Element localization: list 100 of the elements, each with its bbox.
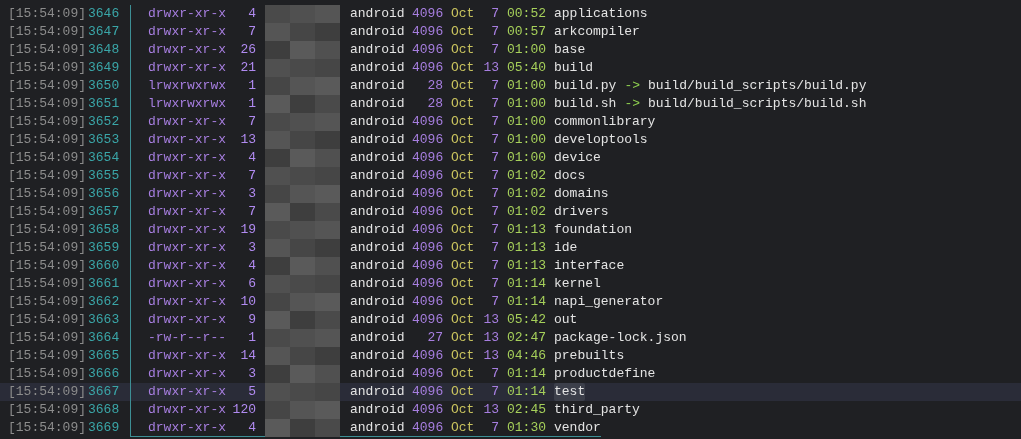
owner: android [350, 365, 406, 383]
permissions: drwxr-xr-x [148, 293, 226, 311]
owner: android [350, 59, 406, 77]
permissions: lrwxrwxrwx [148, 77, 226, 95]
link-target: build/build_scripts/build.py [648, 77, 867, 95]
file-size: 4096 [412, 311, 443, 329]
owner: android [350, 95, 406, 113]
month: Oct [451, 203, 475, 221]
link-count: 1 [247, 95, 256, 113]
file-name: device [554, 149, 601, 167]
day: 7 [483, 149, 499, 167]
owner: android [350, 275, 406, 293]
link-count: 4 [247, 5, 256, 23]
file-size: 4096 [412, 383, 443, 401]
file-name: domains [554, 185, 609, 203]
month: Oct [451, 257, 475, 275]
permissions: drwxr-xr-x [148, 113, 226, 131]
file-size: 28 [426, 95, 443, 113]
day: 13 [483, 311, 499, 329]
owner: android [350, 257, 406, 275]
day: 7 [483, 293, 499, 311]
file-name: package-lock.json [554, 329, 687, 347]
link-count: 7 [247, 113, 256, 131]
time: 01:00 [507, 149, 546, 167]
permissions: drwxr-xr-x [148, 239, 226, 257]
permissions: drwxr-xr-x [148, 59, 226, 77]
file-size: 4096 [412, 221, 443, 239]
timestamp: [15:54:09] [8, 419, 87, 437]
owner: android [350, 185, 406, 203]
timestamp: [15:54:09] [8, 113, 87, 131]
time: 02:45 [507, 401, 546, 419]
owner: android [350, 167, 406, 185]
owner: android [350, 41, 406, 59]
permissions: drwxr-xr-x [148, 221, 226, 239]
time: 05:40 [507, 59, 546, 77]
day: 7 [483, 77, 499, 95]
line-number: 3665 [88, 347, 121, 365]
month: Oct [451, 329, 475, 347]
permissions: drwxr-xr-x [148, 347, 226, 365]
link-count: 21 [239, 59, 256, 77]
time: 01:00 [507, 77, 546, 95]
link-count: 1 [247, 77, 256, 95]
month: Oct [451, 311, 475, 329]
time: 01:14 [507, 293, 546, 311]
file-name: build [554, 59, 593, 77]
timestamp: [15:54:09] [8, 275, 87, 293]
permissions: drwxr-xr-x [148, 383, 226, 401]
timestamp: [15:54:09] [8, 41, 87, 59]
day: 7 [483, 275, 499, 293]
permissions: drwxr-xr-x [148, 23, 226, 41]
month: Oct [451, 131, 475, 149]
line-number: 3647 [88, 23, 121, 41]
file-size: 4096 [412, 257, 443, 275]
time: 01:00 [507, 113, 546, 131]
day: 13 [483, 347, 499, 365]
line-number: 3667 [88, 383, 121, 401]
time: 00:57 [507, 23, 546, 41]
file-name: napi_generator [554, 293, 664, 311]
day: 7 [483, 113, 499, 131]
day: 7 [483, 365, 499, 383]
time: 04:46 [507, 347, 546, 365]
link-count: 9 [247, 311, 256, 329]
time: 01:02 [507, 185, 546, 203]
file-name: base [554, 41, 586, 59]
permissions: drwxr-xr-x [148, 131, 226, 149]
timestamp: [15:54:09] [8, 77, 87, 95]
file-name: applications [554, 5, 648, 23]
timestamp: [15:54:09] [8, 185, 87, 203]
permissions: drwxr-xr-x [148, 275, 226, 293]
time: 01:00 [507, 131, 546, 149]
timestamp: [15:54:09] [8, 401, 87, 419]
file-size: 4096 [412, 418, 443, 437]
time: 01:00 [507, 41, 546, 59]
file-size: 4096 [412, 347, 443, 365]
day: 7 [483, 41, 499, 59]
timestamp: [15:54:09] [8, 293, 87, 311]
line-number: 3661 [88, 275, 121, 293]
time: 01:14 [507, 383, 546, 401]
permissions: drwxr-xr-x [148, 311, 226, 329]
time: 01:13 [507, 257, 546, 275]
file-size: 4096 [412, 149, 443, 167]
owner: android [350, 239, 406, 257]
file-size: 27 [426, 329, 443, 347]
permissions: drwxr-xr-x [148, 149, 226, 167]
day: 7 [483, 418, 499, 437]
file-name: foundation [554, 221, 632, 239]
file-name: arkcompiler [554, 23, 640, 41]
link-count: 120 [231, 401, 256, 419]
permissions: drwxr-xr-x [148, 418, 226, 437]
owner: android [350, 221, 406, 239]
file-name: out [554, 311, 578, 329]
month: Oct [451, 275, 475, 293]
time: 01:30 [507, 418, 546, 437]
permissions: drwxr-xr-x [148, 257, 226, 275]
time: 01:02 [507, 167, 546, 185]
day: 7 [483, 257, 499, 275]
time: 01:14 [507, 365, 546, 383]
day: 13 [483, 59, 499, 77]
owner: android [350, 401, 406, 419]
line-number: 3648 [88, 41, 121, 59]
